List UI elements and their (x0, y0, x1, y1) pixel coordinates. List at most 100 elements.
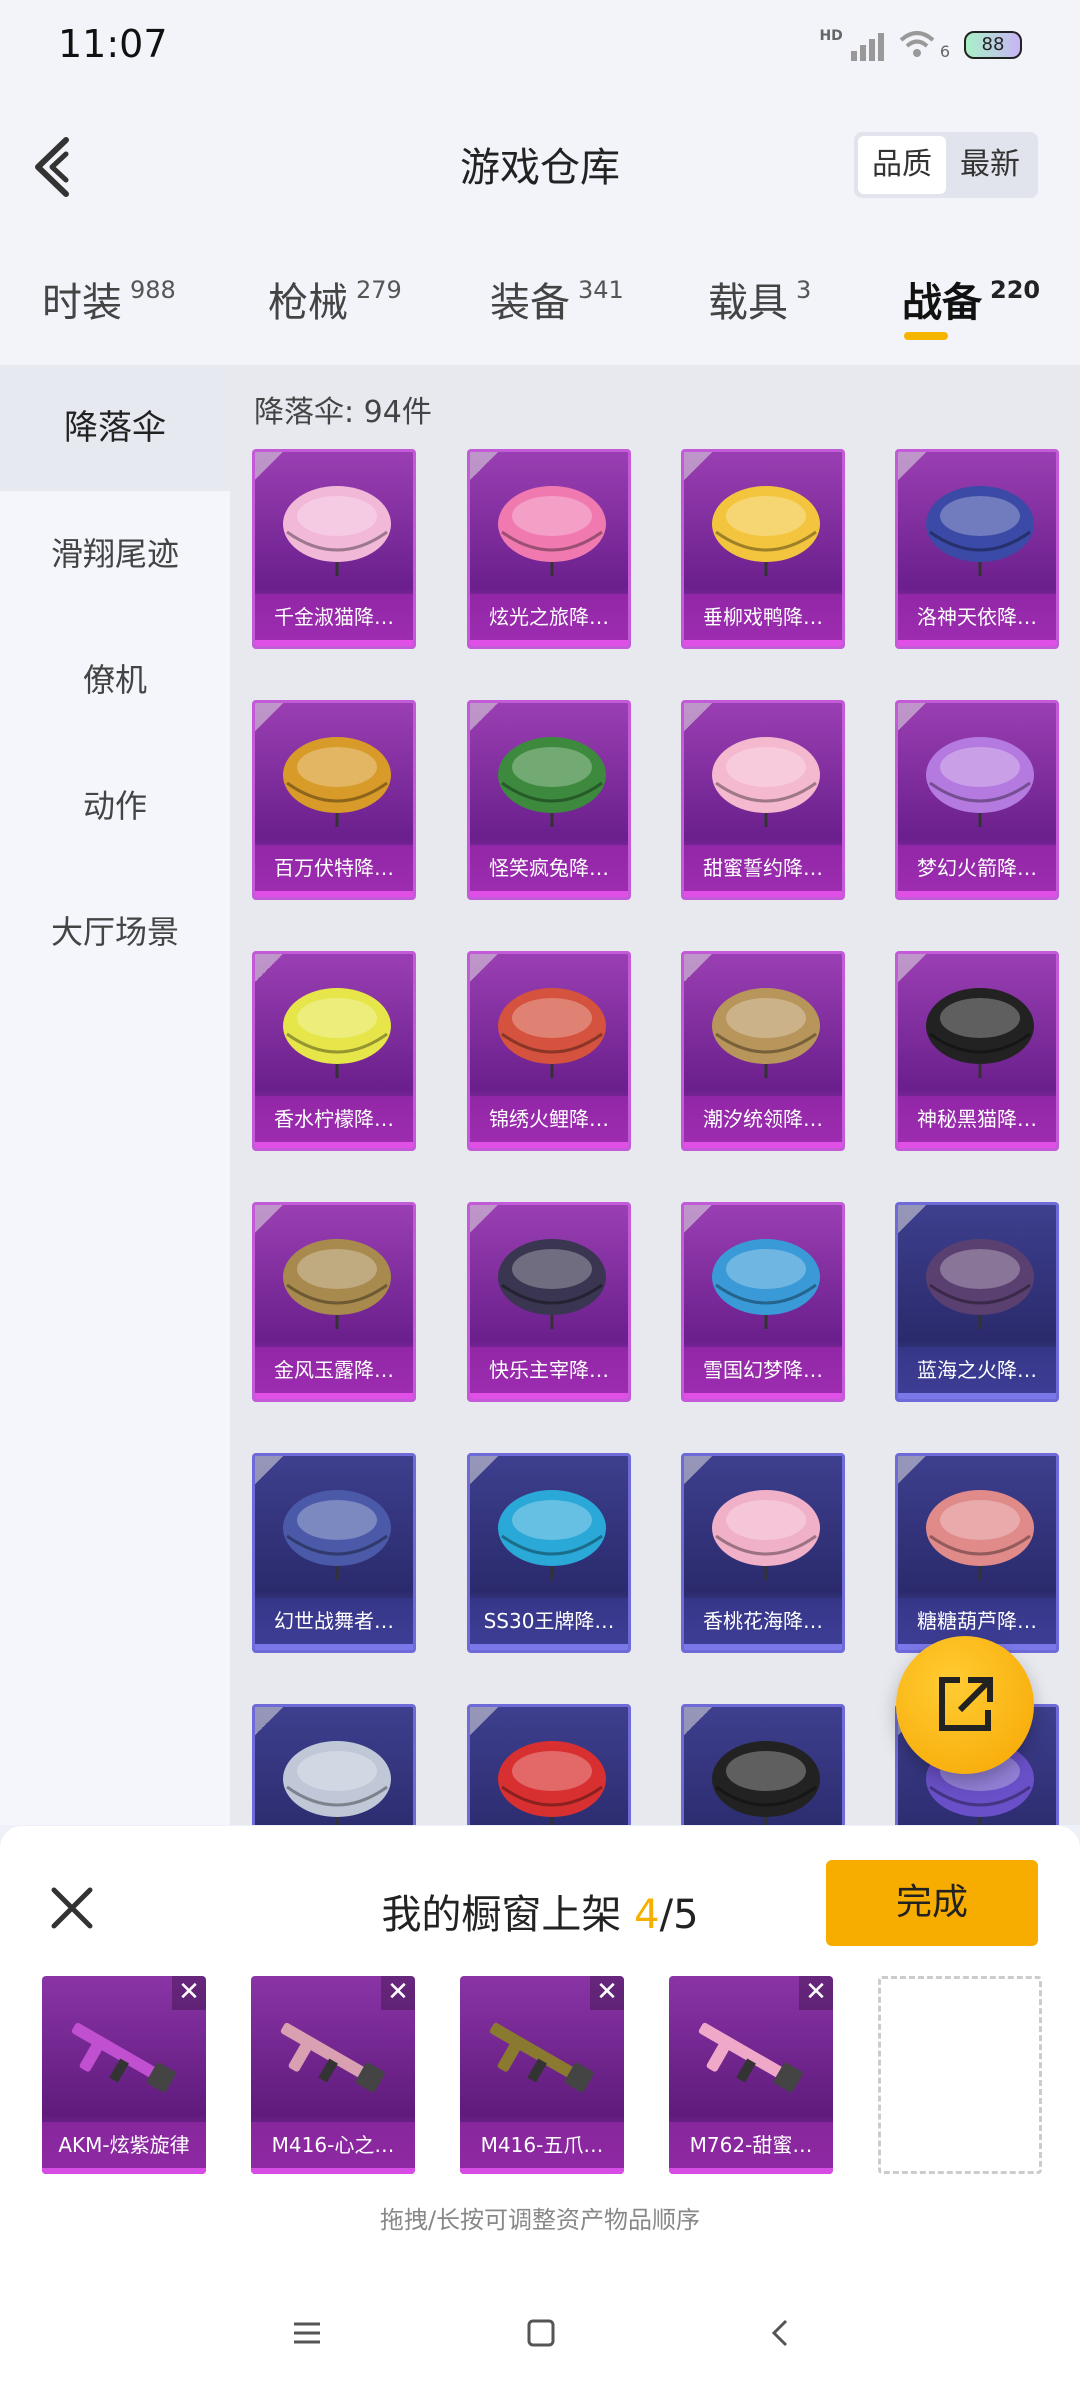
showcase-slots: ✕ AKM-炫紫旋律 ✕ M416-心之… ✕ M416-五爪… ✕ M762-甜蜜… (42, 1976, 1042, 2174)
parachute-card[interactable]: 潮汐统领降… (681, 951, 845, 1151)
status-bar: 11:07 HD 6 88 (0, 0, 1080, 90)
showcase-slot[interactable]: ✕ M762-甜蜜… (669, 1976, 833, 2174)
weapon-image (698, 2022, 803, 2093)
parachute-image (283, 1490, 391, 1580)
menu-icon[interactable] (290, 2316, 324, 2350)
tab-count: 279 (356, 276, 402, 304)
sidebar-item-parachute[interactable]: 降落伞 (0, 365, 230, 491)
parachute-card[interactable]: 垂柳戏鸭降… (681, 449, 845, 649)
item-grid-panel[interactable]: 降落伞: 94件 千金淑猫降… 炫光之旅降… 垂柳戏鸭降… 洛神天依降… 百万伏特降… 怪… (230, 365, 1080, 1825)
header: 游戏仓库 品质 最新 (0, 90, 1080, 240)
parachute-name: 甜蜜誓约降… (684, 845, 842, 897)
showcase-current-count: 4 (634, 1892, 660, 1938)
tab-vehicles[interactable]: 载具 3 (708, 270, 811, 328)
parachute-image (283, 486, 391, 576)
parachute-card[interactable]: 快乐主宰降… (467, 1202, 631, 1402)
parachute-card[interactable] (467, 1704, 631, 1825)
parachute-image (926, 988, 1034, 1078)
home-icon[interactable] (524, 2316, 558, 2350)
tab-count: 220 (990, 276, 1041, 304)
parachute-card[interactable] (252, 1704, 416, 1825)
parachute-image (498, 1741, 606, 1825)
category-tabs: 时装 988 枪械 279 装备 341 载具 3 战备 220 (0, 240, 1080, 365)
active-tab-indicator (904, 332, 948, 340)
parachute-card[interactable]: 神秘黑猫降… (895, 951, 1059, 1151)
parachute-image (926, 1490, 1034, 1580)
parachute-image (498, 486, 606, 576)
parachute-name: 快乐主宰降… (470, 1347, 628, 1399)
parachute-card[interactable]: 香水柠檬降… (252, 951, 416, 1151)
parachute-card[interactable]: 千金淑猫降… (252, 449, 416, 649)
sidebar-item-glide-trail[interactable]: 滑翔尾迹 (0, 491, 230, 617)
parachute-image (712, 988, 820, 1078)
parachute-name: 雪国幻梦降… (684, 1347, 842, 1399)
parachute-name: 幻世战舞者… (255, 1598, 413, 1650)
reorder-hint: 拖拽/长按可调整资产物品顺序 (379, 2206, 701, 2234)
tab-fashion[interactable]: 时装 988 (42, 270, 176, 328)
slot-label: M416-心之… (251, 2122, 415, 2174)
nav-back-icon[interactable] (764, 2316, 798, 2350)
parachute-card[interactable]: 甜蜜誓约降… (681, 700, 845, 900)
showcase-slot[interactable]: ✕ AKM-炫紫旋律 (42, 1976, 206, 2174)
parachute-image (283, 737, 391, 827)
parachute-card[interactable]: 锦绣火鲤降… (467, 951, 631, 1151)
tab-count: 3 (796, 276, 812, 304)
showcase-slot[interactable]: ✕ M416-心之… (251, 1976, 415, 2174)
signal-icon (850, 29, 884, 61)
parachute-card[interactable]: 百万伏特降… (252, 700, 416, 900)
sidebar-item-emote[interactable]: 动作 (0, 743, 230, 869)
tab-label: 装备 (490, 280, 570, 326)
empty-showcase-slot[interactable] (878, 1976, 1042, 2174)
tab-battle-prep[interactable]: 战备 220 (902, 270, 1040, 328)
parachute-image (283, 1741, 391, 1825)
parachute-card[interactable]: 香桃花海降… (681, 1453, 845, 1653)
sheet-title-text: 我的橱窗上架 (381, 1892, 622, 1938)
showcase-total-count: /5 (659, 1892, 699, 1938)
tab-label: 战备 (902, 280, 982, 326)
section-count-label: 降落伞: 94件 (254, 395, 432, 430)
parachute-image (283, 1239, 391, 1329)
status-time: 11:07 (58, 22, 168, 66)
tab-label: 载具 (708, 280, 788, 326)
parachute-card[interactable]: 怪笑疯兔降… (467, 700, 631, 900)
parachute-card[interactable] (681, 1704, 845, 1825)
share-fab[interactable] (896, 1636, 1034, 1774)
parachute-name: 梦幻火箭降… (898, 845, 1056, 897)
parachute-card[interactable]: 糖糖葫芦降… (895, 1453, 1059, 1653)
parachute-name: 怪笑疯兔降… (470, 845, 628, 897)
parachute-name: 千金淑猫降… (255, 594, 413, 646)
tab-label: 时装 (42, 280, 122, 326)
parachute-card[interactable]: 梦幻火箭降… (895, 700, 1059, 900)
sidebar-item-wingman[interactable]: 僚机 (0, 617, 230, 743)
network-label: 6 (939, 42, 950, 61)
tab-weapons[interactable]: 枪械 279 (268, 270, 402, 328)
parachute-name: 洛神天依降… (898, 594, 1056, 646)
parachute-name: 百万伏特降… (255, 845, 413, 897)
system-nav-bar (0, 2290, 1080, 2400)
weapon-image (489, 2022, 594, 2093)
sort-newest-button[interactable]: 最新 (946, 136, 1034, 194)
hd-indicator: HD (819, 28, 843, 44)
parachute-name: 香桃花海降… (684, 1598, 842, 1650)
parachute-card[interactable]: 洛神天依降… (895, 449, 1059, 649)
parachute-image (498, 1239, 606, 1329)
wifi-icon (899, 30, 935, 57)
parachute-card[interactable]: SS30王牌降… (467, 1453, 631, 1653)
parachute-image (498, 988, 606, 1078)
parachute-card[interactable]: 蓝海之火降… (895, 1202, 1059, 1402)
parachute-card[interactable]: 金风玉露降… (252, 1202, 416, 1402)
parachute-image (712, 737, 820, 827)
done-button[interactable]: 完成 (826, 1860, 1038, 1946)
sidebar: 降落伞 滑翔尾迹 僚机 动作 大厅场景 (0, 365, 230, 1825)
showcase-slot[interactable]: ✕ M416-五爪… (460, 1976, 624, 2174)
sidebar-item-lobby-scene[interactable]: 大厅场景 (0, 869, 230, 995)
parachute-card[interactable]: 雪国幻梦降… (681, 1202, 845, 1402)
battery-icon: 88 (964, 30, 1022, 59)
parachute-card[interactable]: 幻世战舞者… (252, 1453, 416, 1653)
parachute-card[interactable]: 炫光之旅降… (467, 449, 631, 649)
parachute-name: 神秘黑猫降… (898, 1096, 1056, 1148)
tab-equipment[interactable]: 装备 341 (490, 270, 624, 328)
parachute-image (498, 1490, 606, 1580)
parachute-name: 锦绣火鲤降… (470, 1096, 628, 1148)
sort-quality-button[interactable]: 品质 (858, 136, 946, 194)
